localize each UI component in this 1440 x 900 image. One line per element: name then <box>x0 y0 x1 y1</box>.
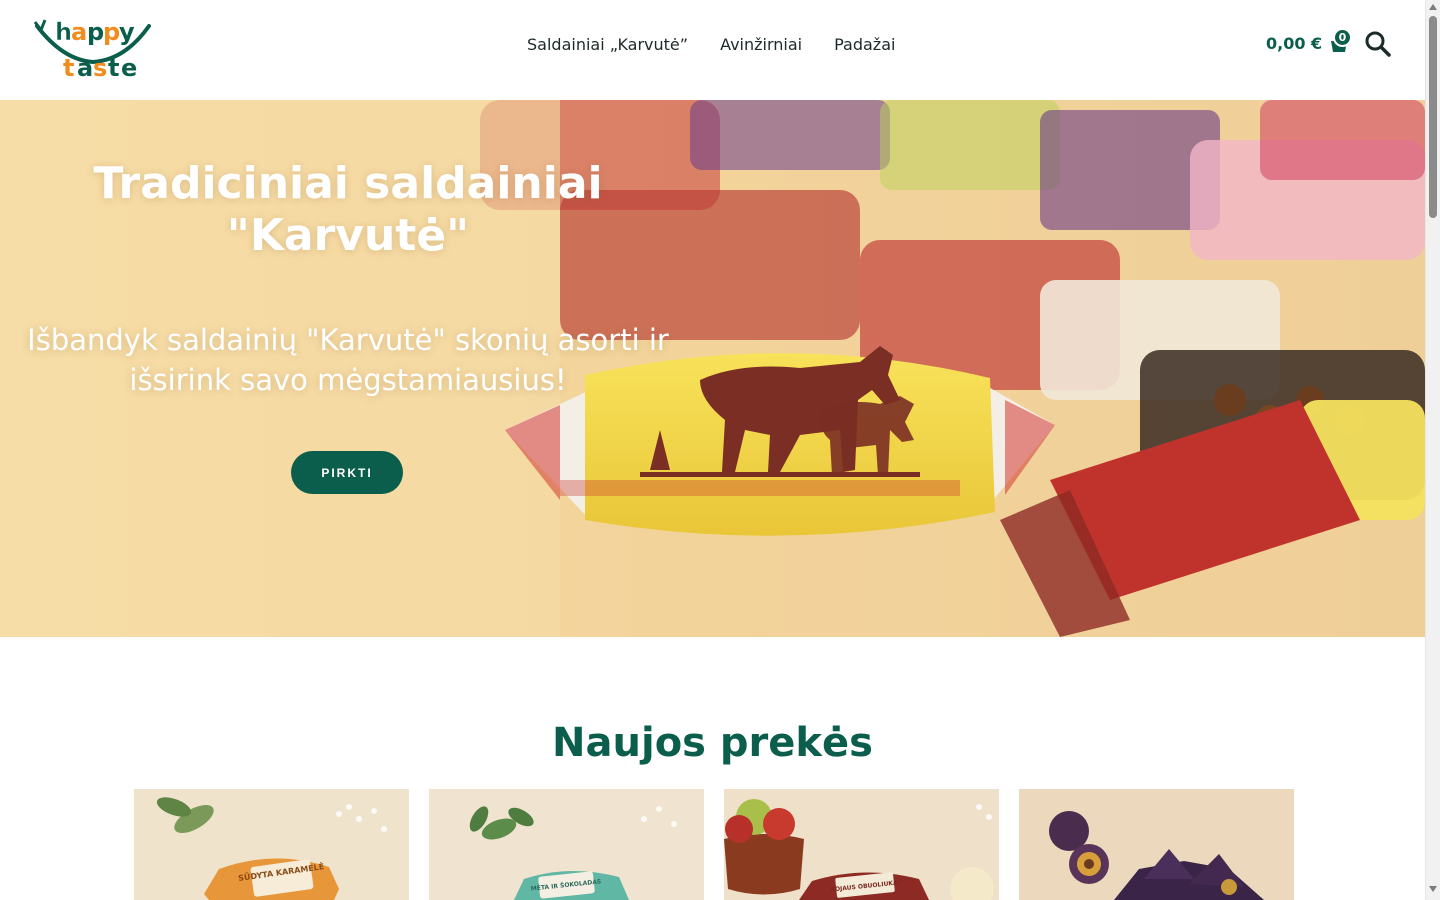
svg-text:a: a <box>71 18 87 46</box>
product-image: SŪDYTA KARAMELĖ <box>134 789 409 900</box>
nav-item-avinzirniai[interactable]: Avinžirniai <box>720 34 802 56</box>
cart-count-badge: 0 <box>1333 28 1352 47</box>
svg-text:p: p <box>87 18 104 46</box>
search-button[interactable] <box>1364 30 1392 58</box>
product-image: ROJAUS OBUOLIUKAI <box>724 789 999 900</box>
logo-graphic: h a p p y t a s t e <box>33 18 151 82</box>
svg-text:y: y <box>119 18 135 46</box>
nav-item-padazai[interactable]: Padažai <box>834 34 895 56</box>
scroll-thumb[interactable] <box>1429 16 1437 218</box>
product-card[interactable]: MĖTA IR ŠOKOLADAS <box>429 789 704 900</box>
new-products-title: Naujos prekės <box>552 720 873 766</box>
scroll-down-icon[interactable] <box>1429 886 1437 892</box>
product-image <box>1019 789 1294 900</box>
happy-taste-logo[interactable]: h a p p y t a s t e <box>33 12 153 82</box>
nav-item-karvute[interactable]: Saldainiai „Karvutė” <box>527 34 688 56</box>
main-nav: Saldainiai „Karvutė” Avinžirniai Padažai <box>527 34 895 56</box>
hero-title: Tradiciniai saldainiai "Karvutė" <box>93 158 603 261</box>
product-image: MĖTA IR ŠOKOLADAS <box>429 789 704 900</box>
cart-total: 0,00 € <box>1266 33 1323 53</box>
svg-text:t: t <box>108 54 119 80</box>
svg-text:t: t <box>63 54 74 80</box>
product-card[interactable]: SŪDYTA KARAMELĖ <box>134 789 409 900</box>
search-icon <box>1365 31 1391 57</box>
product-card[interactable]: ROJAUS OBUOLIUKAI <box>724 789 999 900</box>
svg-text:e: e <box>121 54 137 80</box>
page-scrollbar[interactable] <box>1425 0 1440 900</box>
site-header: h a p p y t a s t e Saldainiai „Karvutė”… <box>0 0 1425 100</box>
hero-subtitle: Išbandyk saldainių "Karvutė" skonių asor… <box>27 323 669 397</box>
buy-button[interactable]: PIRKTI <box>291 451 403 494</box>
product-card[interactable] <box>1019 789 1294 900</box>
svg-text:p: p <box>103 18 120 46</box>
svg-text:a: a <box>77 54 93 80</box>
svg-text:s: s <box>93 54 107 80</box>
product-grid: SŪDYTA KARAMELĖ MĖTA IR ŠOKOLADAS ROJAUS… <box>134 789 1294 900</box>
scroll-up-icon[interactable] <box>1429 4 1437 10</box>
svg-text:h: h <box>55 18 72 46</box>
hero-banner: Tradiciniai saldainiai "Karvutė" Išbandy… <box>0 100 1425 637</box>
